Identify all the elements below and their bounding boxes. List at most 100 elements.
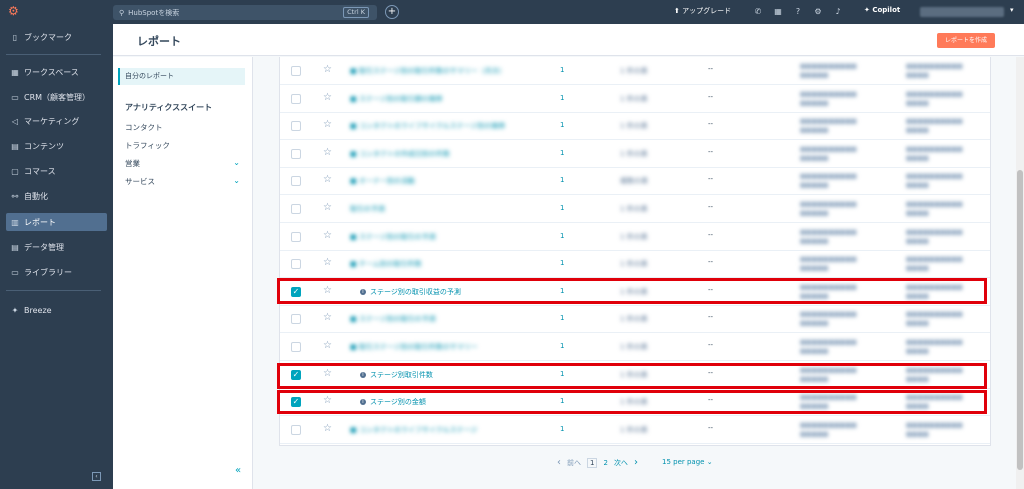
- upgrade-button[interactable]: ⬆ アップグレード: [674, 6, 731, 16]
- report-name-link[interactable]: ■ コンタクトのライフサイクルステージ: [350, 425, 477, 435]
- per-page-select[interactable]: 15 per page ⌄: [662, 458, 713, 466]
- filter-my-reports[interactable]: 自分のレポート: [118, 68, 245, 85]
- report-name-link[interactable]: ■ 取引ステージ別の取引件数のサマリー（月次）: [350, 66, 506, 76]
- sidebar-item-bookmarks[interactable]: ▯ ブックマーク: [6, 28, 107, 46]
- favorite-star-icon[interactable]: ☆: [323, 147, 332, 158]
- filter-service[interactable]: サービス ⌄: [125, 176, 240, 187]
- table-row[interactable]: ✓ ☆ i ステージ別の取引収益の予測 1 1 件の表 -- ■■■■■■■■■■ ■■■■■ ■…: [280, 278, 990, 306]
- filter-sales[interactable]: 営業 ⌄: [125, 158, 240, 169]
- favorite-star-icon[interactable]: ☆: [323, 119, 332, 130]
- report-name-link[interactable]: ■ チーム別の取引件数: [350, 259, 422, 269]
- favorite-star-icon[interactable]: ☆: [323, 230, 332, 241]
- report-name-link[interactable]: ■ ステージ別の取引の予測: [350, 314, 436, 324]
- favorite-star-icon[interactable]: ☆: [323, 368, 332, 379]
- chevron-right-icon[interactable]: ›: [634, 457, 638, 468]
- row-checkbox[interactable]: ✓: [291, 286, 301, 297]
- copilot-button[interactable]: ✦ Copilot: [864, 6, 900, 14]
- sidebar-item-crm[interactable]: ▭ CRM（顧客管理）: [6, 88, 107, 106]
- next-page-button[interactable]: 次へ: [614, 458, 628, 468]
- panel-collapse-icon[interactable]: «: [235, 465, 241, 476]
- favorite-star-icon[interactable]: ☆: [323, 174, 332, 185]
- help-icon[interactable]: ?: [792, 6, 804, 18]
- row-checkbox[interactable]: [291, 148, 301, 159]
- table-row[interactable]: ✓ ☆ i ステージ別の金額 1 1 件の表 -- ■■■■■■■■■■ ■■■■■ ■■■■■■…: [280, 388, 990, 417]
- dashboard-count[interactable]: 1: [560, 425, 564, 433]
- favorite-star-icon[interactable]: ☆: [323, 312, 332, 323]
- table-row[interactable]: ☆ ■ ステージ別の取引額の推移 1 1 件の表 -- ■■■■■■■■■■ ■■■■■ ■■…: [280, 85, 990, 113]
- hubspot-logo-icon[interactable]: ⚙: [8, 4, 22, 18]
- sidebar-item-content[interactable]: ▤ コンテンツ: [6, 137, 107, 155]
- sidebar-collapse-icon[interactable]: ‹: [92, 472, 101, 481]
- marketplace-icon[interactable]: ▦: [772, 6, 784, 18]
- favorite-star-icon[interactable]: ☆: [323, 257, 332, 268]
- scrollbar-thumb[interactable]: [1017, 170, 1023, 470]
- row-checkbox[interactable]: [291, 66, 301, 76]
- report-name-link[interactable]: i ステージ別取引件数: [360, 370, 433, 380]
- row-checkbox[interactable]: [291, 314, 301, 325]
- table-row[interactable]: ☆ ■ ステージ別の取引の予測 1 1 件の表 -- ■■■■■■■■■■ ■■■■■ ■■■…: [280, 305, 990, 334]
- row-checkbox[interactable]: [291, 259, 301, 270]
- dashboard-count[interactable]: 1: [560, 94, 564, 102]
- report-name-link[interactable]: ■ オーナー別の活動: [350, 176, 415, 186]
- prev-page-button[interactable]: 前へ: [567, 458, 581, 468]
- page-2-button[interactable]: 2: [603, 459, 607, 467]
- dashboard-count[interactable]: 1: [560, 342, 564, 350]
- row-checkbox[interactable]: [291, 121, 301, 132]
- favorite-star-icon[interactable]: ☆: [323, 202, 332, 213]
- report-name-link[interactable]: i ステージ別の金額: [360, 397, 426, 407]
- sidebar-item-automation[interactable]: ⚯ 自動化: [6, 187, 107, 205]
- table-row[interactable]: ☆ 取引の予測 1 1 件の表 -- ■■■■■■■■■■ ■■■■■ ■■■■■■■■■■ ■…: [280, 195, 990, 223]
- favorite-star-icon[interactable]: ☆: [323, 92, 332, 103]
- favorite-star-icon[interactable]: ☆: [323, 423, 332, 434]
- dashboard-count[interactable]: 1: [560, 370, 564, 378]
- row-checkbox[interactable]: [291, 204, 301, 214]
- favorite-star-icon[interactable]: ☆: [323, 285, 332, 296]
- dashboard-count[interactable]: 1: [560, 314, 564, 322]
- account-caret-icon[interactable]: ▾: [1010, 6, 1014, 14]
- search-input[interactable]: ⚲ HubSpotを検索 Ctrl K: [113, 5, 377, 20]
- dashboard-count[interactable]: 1: [560, 397, 564, 405]
- add-button[interactable]: +: [385, 5, 399, 19]
- table-row[interactable]: ☆ ■ 取引ステージ別の取引件数のサマリー 1 1 件の表 -- ■■■■■■■■■■ ■■…: [280, 333, 990, 361]
- dashboard-count[interactable]: 1: [560, 232, 564, 240]
- sidebar-item-library[interactable]: ▭ ライブラリー: [6, 263, 107, 281]
- sidebar-item-reports[interactable]: ▥ レポート: [6, 213, 107, 231]
- settings-gear-icon[interactable]: ⚙: [812, 6, 824, 18]
- create-report-button[interactable]: レポートを作成: [937, 33, 995, 48]
- account-menu[interactable]: [920, 7, 1004, 17]
- table-row[interactable]: ☆ ■ ステージ別の取引の予測 1 1 件の表 -- ■■■■■■■■■■ ■■■■■ ■■■…: [280, 223, 990, 251]
- chevron-down-icon[interactable]: ⌄: [233, 158, 240, 167]
- table-row[interactable]: ☆ ■ コンタクトのライフサイクルステージ別の推移 1 1 件の表 -- ■■■■■■■■…: [280, 112, 990, 141]
- dashboard-count[interactable]: 1: [560, 176, 564, 184]
- table-row[interactable]: ☆ ■ コンタクトの作成日別の件数 1 1 件の表 -- ■■■■■■■■■■ ■■■■■ ■…: [280, 140, 990, 168]
- row-checkbox[interactable]: [291, 231, 301, 242]
- filter-contacts[interactable]: コンタクト: [125, 122, 240, 133]
- dashboard-count[interactable]: 1: [560, 287, 564, 295]
- dashboard-count[interactable]: 1: [560, 204, 564, 212]
- report-name-link[interactable]: 取引の予測: [350, 204, 385, 214]
- row-checkbox[interactable]: ✓: [291, 397, 301, 408]
- report-name-link[interactable]: i ステージ別の取引収益の予測: [360, 287, 461, 297]
- report-name-link[interactable]: ■ 取引ステージ別の取引件数のサマリー: [350, 342, 478, 352]
- sidebar-item-data-management[interactable]: ▤ データ管理: [6, 238, 107, 256]
- dashboard-count[interactable]: 1: [560, 66, 564, 74]
- phone-icon[interactable]: ✆: [752, 6, 764, 18]
- report-name-link[interactable]: ■ コンタクトのライフサイクルステージ別の推移: [350, 121, 505, 131]
- sidebar-item-commerce[interactable]: ▢ コマース: [6, 162, 107, 180]
- favorite-star-icon[interactable]: ☆: [323, 64, 332, 75]
- sidebar-item-breeze[interactable]: ✦ Breeze: [6, 301, 107, 319]
- report-name-link[interactable]: ■ コンタクトの作成日別の件数: [350, 149, 450, 159]
- table-row[interactable]: ☆ ■ 取引ステージ別の取引件数のサマリー（月次） 1 1 件の表 -- ■■■■■■■■…: [280, 57, 990, 85]
- table-row[interactable]: ☆ ■ チーム別の取引件数 1 1 件の表 -- ■■■■■■■■■■ ■■■■■ ■■■■■…: [280, 250, 990, 279]
- filter-traffic[interactable]: トラフィック: [125, 140, 240, 151]
- table-row[interactable]: ✓ ☆ i ステージ別取引件数 1 1 件の表 -- ■■■■■■■■■■ ■■■■■ ■■■■■…: [280, 361, 990, 389]
- dashboard-count[interactable]: 1: [560, 259, 564, 267]
- dashboard-count[interactable]: 1: [560, 149, 564, 157]
- table-row[interactable]: ☆ ■ コンタクトのライフサイクルステージ 1 1 件の表 -- ■■■■■■■■■■ ■■…: [280, 416, 990, 444]
- favorite-star-icon[interactable]: ☆: [323, 340, 332, 351]
- report-name-link[interactable]: ■ ステージ別の取引の予測: [350, 232, 436, 242]
- row-checkbox[interactable]: [291, 424, 301, 435]
- row-checkbox[interactable]: [291, 93, 301, 104]
- table-row[interactable]: ☆ ■ オーナー別の活動 1 複数の表 -- ■■■■■■■■■■ ■■■■■ ■■■■■■■…: [280, 167, 990, 196]
- row-checkbox[interactable]: ✓: [291, 369, 301, 380]
